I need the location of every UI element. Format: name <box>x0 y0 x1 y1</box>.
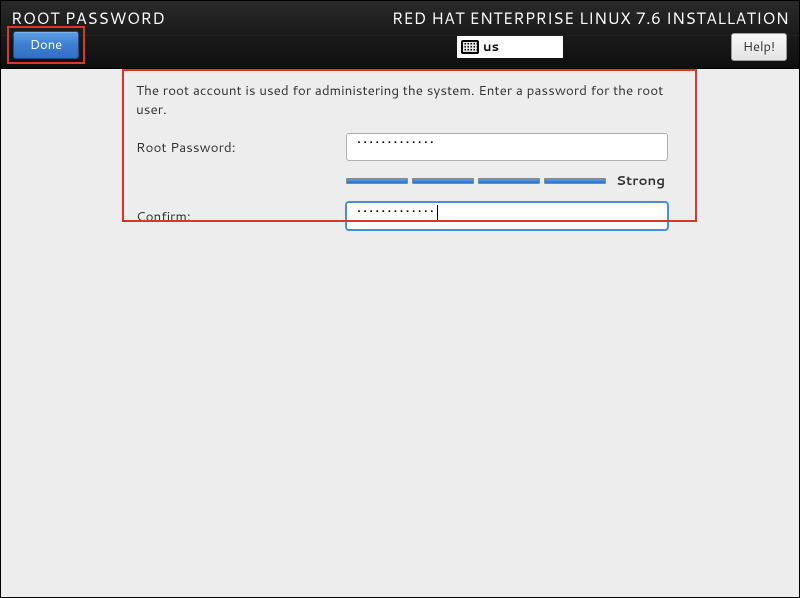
strength-label: Strong <box>616 171 665 190</box>
root-password-input[interactable]: ••••••••••••• <box>346 133 668 161</box>
header-bar: ROOT PASSWORD RED HAT ENTERPRISE LINUX 7… <box>1 1 799 69</box>
root-password-form: The root account is used for administeri… <box>136 81 684 240</box>
help-button[interactable]: Help! <box>731 33 787 61</box>
root-password-label: Root Password: <box>136 138 346 157</box>
strength-seg-2 <box>412 178 474 184</box>
keyboard-layout-label: us <box>483 38 499 56</box>
keyboard-layout-selector[interactable]: us <box>457 36 563 58</box>
text-cursor <box>437 205 438 220</box>
strength-seg-3 <box>478 178 540 184</box>
installer-title: RED HAT ENTERPRISE LINUX 7.6 INSTALLATIO… <box>392 7 789 30</box>
page-title: ROOT PASSWORD <box>11 7 165 30</box>
strength-seg-4 <box>544 178 606 184</box>
confirm-row: Confirm: ••••••••••••• <box>136 202 684 230</box>
keyboard-icon <box>461 40 479 54</box>
root-password-value: ••••••••••••• <box>357 134 436 152</box>
confirm-label: Confirm: <box>136 207 346 226</box>
strength-bar <box>346 178 606 184</box>
confirm-password-input[interactable]: ••••••••••••• <box>346 202 668 230</box>
strength-seg-1 <box>346 178 408 184</box>
confirm-password-value: ••••••••••••• <box>357 203 436 221</box>
strength-row: Strong <box>346 171 684 190</box>
root-password-row: Root Password: ••••••••••••• <box>136 133 684 161</box>
instruction-text: The root account is used for administeri… <box>136 81 684 119</box>
done-button[interactable]: Done <box>13 31 79 59</box>
